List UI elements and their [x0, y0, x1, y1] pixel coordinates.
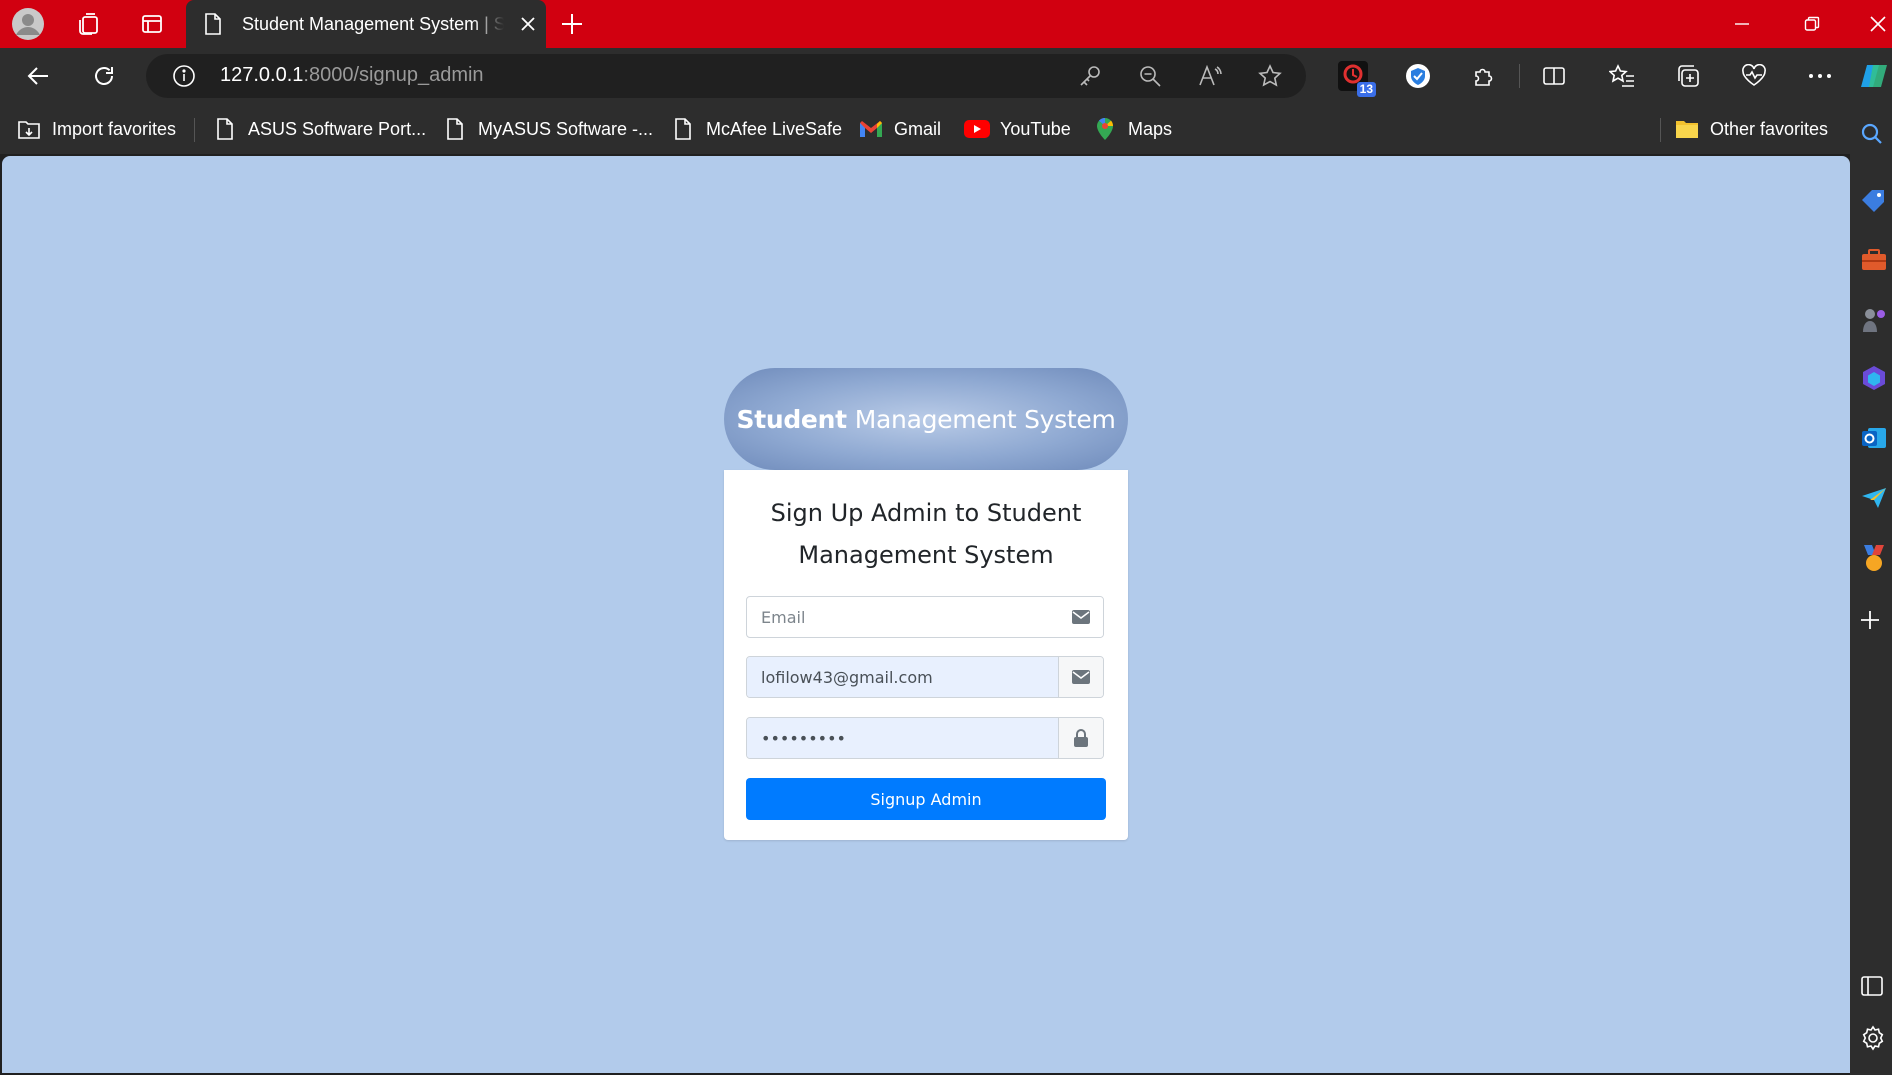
- favorite-asus-software-portal[interactable]: ASUS Software Port...: [212, 114, 426, 144]
- favorite-mcafee-livesafe[interactable]: McAfee LiveSafe: [670, 114, 842, 144]
- favorite-maps[interactable]: Maps: [1092, 114, 1172, 144]
- brand-bold-text: Student: [736, 404, 847, 434]
- page-icon: [204, 11, 226, 37]
- favorite-myasus-software[interactable]: MyASUS Software -...: [442, 114, 653, 144]
- envelope-icon: [1059, 597, 1103, 637]
- favorites-divider: [194, 118, 195, 142]
- url-text[interactable]: 127.0.0.1:8000/signup_admin: [220, 64, 484, 87]
- rewards-medal-icon[interactable]: [1860, 542, 1892, 574]
- more-options-icon[interactable]: [1802, 58, 1838, 94]
- tools-briefcase-icon[interactable]: [1860, 244, 1892, 276]
- favorite-label: YouTube: [1000, 118, 1071, 139]
- extension-icon[interactable]: 13: [1338, 61, 1376, 97]
- back-arrow-icon[interactable]: [20, 58, 56, 94]
- tab-title: Student Management System | Si: [242, 13, 504, 34]
- favorite-label: ASUS Software Port...: [248, 118, 427, 139]
- page-viewport: Student Management System Sign Up Admin t…: [2, 156, 1850, 1073]
- gmail-icon: [858, 116, 884, 142]
- favorite-gmail[interactable]: Gmail: [858, 114, 941, 144]
- send-plane-icon[interactable]: [1860, 482, 1892, 514]
- signup-admin-button[interactable]: Signup Admin: [746, 778, 1106, 820]
- split-screen-icon[interactable]: [1536, 58, 1572, 94]
- settings-gear-icon[interactable]: [1860, 1022, 1892, 1054]
- email-input-group-filled: [746, 656, 1104, 698]
- extension-badge: 13: [1356, 82, 1376, 97]
- search-icon[interactable]: [1860, 118, 1892, 150]
- password-field[interactable]: [747, 718, 1058, 758]
- profile-avatar-icon[interactable]: [10, 6, 46, 42]
- zoom-out-icon[interactable]: [1136, 62, 1164, 90]
- favorite-label: Gmail: [894, 118, 942, 139]
- reload-icon[interactable]: [86, 58, 122, 94]
- edge-sidebar: [1850, 104, 1892, 1075]
- youtube-icon: [964, 116, 990, 142]
- signup-card: Sign Up Admin to Student Management Syst…: [724, 470, 1128, 840]
- email-input-group: [746, 596, 1104, 638]
- lock-icon: [1058, 718, 1103, 758]
- folder-icon: [1674, 116, 1700, 142]
- toolbar-divider: [1519, 64, 1520, 88]
- favorites-divider: [1660, 118, 1661, 142]
- games-icon[interactable]: [1860, 304, 1892, 336]
- outlook-icon[interactable]: [1860, 422, 1892, 454]
- site-info-icon[interactable]: [170, 62, 198, 90]
- microsoft-365-icon[interactable]: [1860, 362, 1892, 394]
- tab-actions-icon[interactable]: [134, 6, 170, 42]
- workspaces-icon[interactable]: [70, 6, 106, 42]
- maps-icon: [1092, 116, 1118, 142]
- new-tab-icon[interactable]: [554, 6, 590, 42]
- import-icon: [16, 116, 42, 142]
- minimize-icon[interactable]: [1724, 6, 1760, 42]
- favorite-label: MyASUS Software -...: [478, 118, 654, 139]
- favorite-label: Other favorites: [1710, 118, 1829, 139]
- signup-heading: Sign Up Admin to Student Management Syst…: [770, 499, 1082, 569]
- sidebar-layout-icon[interactable]: [1860, 970, 1892, 1002]
- page-icon: [442, 116, 468, 142]
- close-tab-icon[interactable]: [514, 10, 542, 38]
- close-window-icon[interactable]: [1860, 6, 1892, 42]
- title-bar: Student Management System | Si: [0, 0, 1892, 48]
- address-bar[interactable]: 127.0.0.1:8000/signup_admin: [146, 54, 1306, 98]
- add-sidebar-app-icon[interactable]: [1860, 604, 1892, 636]
- brand-logo: Student Management System: [724, 368, 1128, 470]
- shield-extension-icon[interactable]: [1400, 58, 1436, 94]
- extensions-puzzle-icon[interactable]: [1466, 58, 1502, 94]
- shopping-tag-icon[interactable]: [1860, 184, 1892, 216]
- key-icon[interactable]: [1076, 62, 1104, 90]
- favorites-icon[interactable]: [1604, 58, 1640, 94]
- favorite-label: McAfee LiveSafe: [706, 118, 843, 139]
- favorite-label: Import favorites: [52, 118, 177, 139]
- favorites-bar: Import favorites ASUS Software Port... M…: [0, 104, 1892, 154]
- favorite-star-icon[interactable]: [1256, 62, 1284, 90]
- envelope-icon: [1058, 657, 1103, 697]
- read-aloud-icon[interactable]: [1196, 62, 1224, 90]
- brand-rest-text: Management System: [854, 404, 1116, 434]
- toolbar: 127.0.0.1:8000/signup_admin 13: [0, 48, 1892, 104]
- other-favorites-folder[interactable]: Other favorites: [1674, 114, 1828, 144]
- page-icon: [212, 116, 238, 142]
- favorite-label: Maps: [1128, 118, 1173, 139]
- page-icon: [670, 116, 696, 142]
- password-input-group: [746, 717, 1104, 759]
- email-field-filled[interactable]: [747, 657, 1058, 697]
- collections-icon[interactable]: [1670, 58, 1706, 94]
- copilot-icon[interactable]: [1856, 58, 1892, 94]
- browser-essentials-icon[interactable]: [1736, 58, 1772, 94]
- active-tab[interactable]: Student Management System | Si: [186, 0, 546, 48]
- favorite-youtube[interactable]: YouTube: [964, 114, 1071, 144]
- restore-icon[interactable]: [1794, 6, 1830, 42]
- email-input[interactable]: [747, 597, 1059, 637]
- favorite-import[interactable]: Import favorites: [16, 114, 176, 144]
